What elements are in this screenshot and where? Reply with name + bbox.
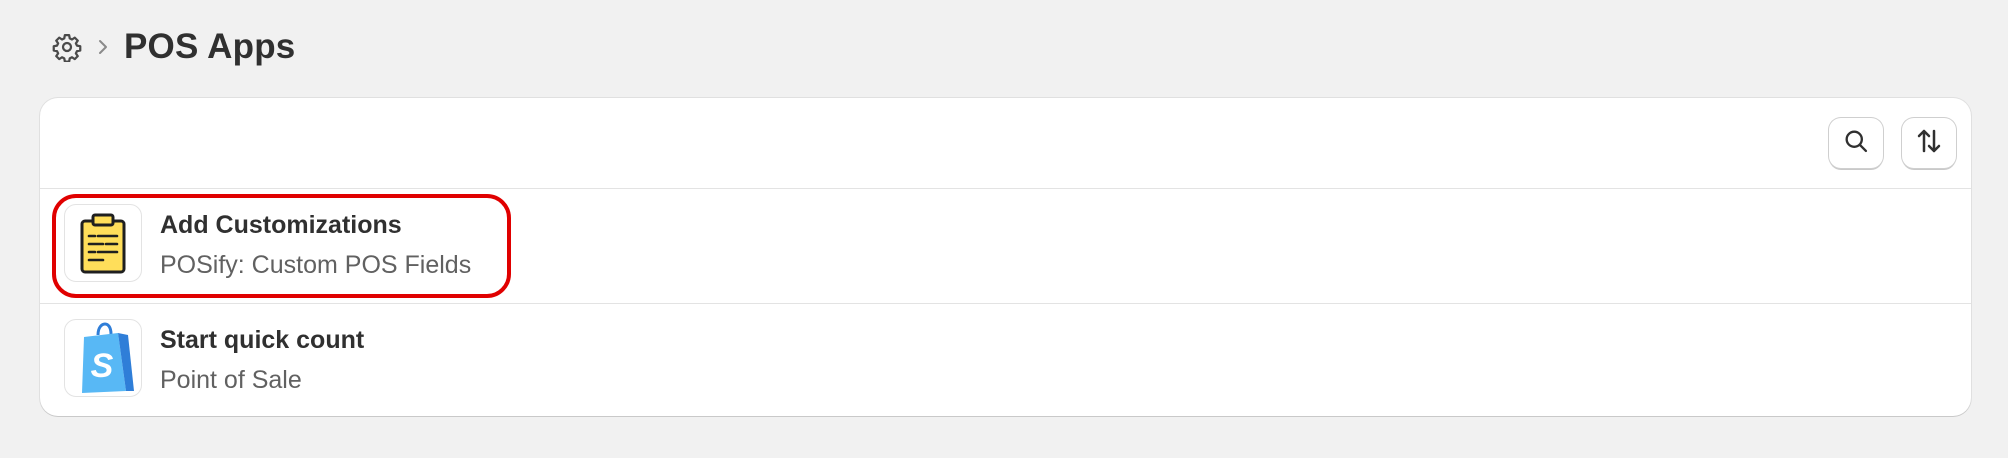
gear-icon[interactable] xyxy=(50,30,84,64)
chevron-right-icon xyxy=(98,37,112,57)
list-toolbar xyxy=(40,98,1971,189)
clipboard-icon xyxy=(64,204,142,282)
app-subtitle: Point of Sale xyxy=(160,366,302,394)
app-title: Start quick count xyxy=(160,326,365,354)
breadcrumb: POS Apps xyxy=(50,24,295,70)
shopify-bag-icon: S xyxy=(64,319,142,397)
app-row-add-customizations[interactable]: Add Customizations POSify: Custom POS Fi… xyxy=(40,189,1971,303)
app-title: Add Customizations xyxy=(160,211,402,239)
sort-arrows-icon xyxy=(1914,126,1944,161)
search-button[interactable] xyxy=(1829,118,1883,168)
app-subtitle: POSify: Custom POS Fields xyxy=(160,251,472,279)
page-title: POS Apps xyxy=(124,27,296,66)
search-icon xyxy=(1842,127,1870,160)
sort-button[interactable] xyxy=(1902,118,1956,168)
svg-text:S: S xyxy=(91,347,114,385)
app-row-start-quick-count[interactable]: S Start quick count Point of Sale xyxy=(40,303,1971,416)
apps-card: Add Customizations POSify: Custom POS Fi… xyxy=(40,98,1971,416)
